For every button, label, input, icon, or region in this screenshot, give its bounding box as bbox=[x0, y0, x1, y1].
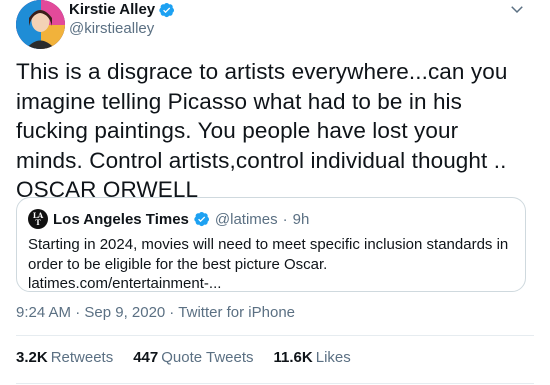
tweet-timestamp[interactable]: 9:24 AM · Sep 9, 2020 bbox=[16, 304, 165, 321]
author-display-name[interactable]: Kirstie Alley bbox=[69, 1, 155, 18]
author-handle[interactable]: @kirstiealley bbox=[69, 20, 154, 37]
likes-label: Likes bbox=[315, 349, 351, 366]
quoted-tweet-header: LA T Los Angeles Times @latimes · 9h bbox=[28, 209, 309, 229]
quote-tweets-count: 447 bbox=[133, 349, 159, 366]
tweet-stats: 3.2K Retweets 447 Quote Tweets 11.6K Lik… bbox=[16, 349, 351, 366]
divider bbox=[16, 383, 534, 384]
avatar-image bbox=[16, 0, 65, 49]
likes-stat[interactable]: 11.6K Likes bbox=[274, 349, 351, 366]
tweet-text: This is a disgrace to artists everywhere… bbox=[16, 59, 508, 202]
quoted-handle: @latimes bbox=[214, 210, 278, 228]
retweets-stat[interactable]: 3.2K Retweets bbox=[16, 349, 113, 366]
avatar[interactable] bbox=[16, 0, 65, 49]
quoted-tweet-text: Starting in 2024, movies will need to me… bbox=[28, 236, 509, 292]
quote-tweets-stat[interactable]: 447 Quote Tweets bbox=[133, 349, 253, 366]
quoted-timestamp: 9h bbox=[292, 210, 310, 228]
divider bbox=[16, 335, 534, 336]
quote-tweets-label: Quote Tweets bbox=[161, 349, 254, 366]
chevron-down-icon[interactable] bbox=[508, 0, 526, 18]
tweet-card: Kirstie Alley @kirstiealley This is a di… bbox=[0, 0, 550, 385]
author-name-row: Kirstie Alley bbox=[69, 1, 175, 18]
likes-count: 11.6K bbox=[273, 349, 313, 366]
quoted-display-name: Los Angeles Times bbox=[53, 210, 189, 228]
retweets-count: 3.2K bbox=[16, 349, 48, 366]
tweet-source[interactable]: Twitter for iPhone bbox=[178, 304, 295, 321]
verified-badge-icon bbox=[159, 2, 175, 18]
tweet-meta: 9:24 AM · Sep 9, 2020 · Twitter for iPho… bbox=[16, 304, 295, 321]
retweets-label: Retweets bbox=[50, 349, 114, 366]
latimes-logo-icon: LA T bbox=[28, 209, 48, 229]
quoted-separator: · bbox=[282, 210, 288, 228]
quoted-tweet[interactable]: LA T Los Angeles Times @latimes · 9h Star… bbox=[16, 197, 526, 292]
verified-badge-icon bbox=[194, 211, 210, 227]
meta-separator: · bbox=[169, 304, 175, 321]
